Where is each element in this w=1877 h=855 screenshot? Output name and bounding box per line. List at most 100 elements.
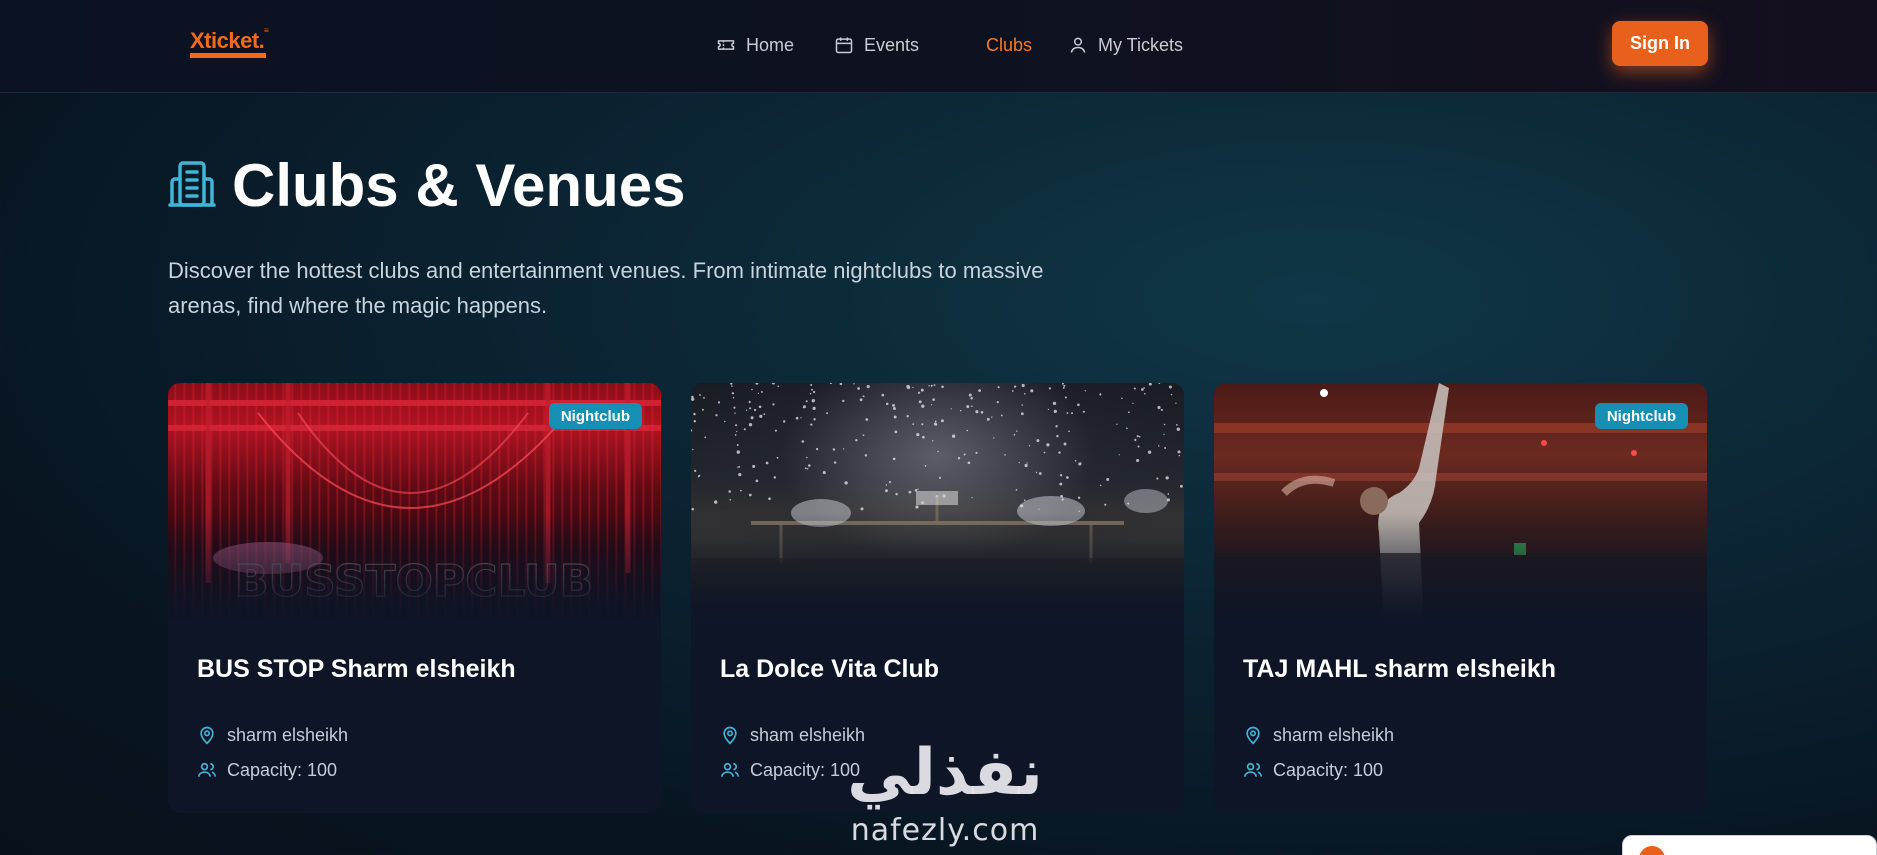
confetti-particle	[812, 390, 816, 394]
confetti-particle	[971, 405, 973, 407]
confetti-particle	[1078, 462, 1082, 466]
confetti-particle	[736, 430, 738, 433]
nav-item-clubs[interactable]: Clubs	[986, 32, 1032, 58]
nav-label-my-tickets: My Tickets	[1098, 34, 1184, 55]
club-location-text: sharm elsheikh	[227, 724, 349, 745]
confetti-particle	[1059, 482, 1063, 486]
confetti-particle	[865, 418, 869, 421]
confetti-particle	[694, 469, 697, 472]
confetti-particle	[691, 507, 695, 511]
sign-in-button[interactable]: Sign In	[1612, 21, 1708, 66]
confetti-particle	[855, 438, 858, 442]
club-card[interactable]: Nightclub TAJ MAHL sharm elsheikh	[1214, 383, 1707, 813]
confetti-particle	[844, 481, 848, 485]
confetti-particle	[729, 498, 732, 501]
confetti-particle	[1136, 435, 1139, 438]
club-capacity: Capacity: 100	[197, 758, 337, 782]
confetti-particle	[1182, 383, 1184, 384]
confetti-particle	[1147, 450, 1152, 454]
confetti-particle	[1068, 430, 1070, 433]
confetti-particle	[1047, 408, 1050, 411]
confetti-particle	[1063, 384, 1066, 387]
confetti-particle	[916, 433, 920, 437]
confetti-particle	[888, 481, 892, 484]
confetti-particle	[795, 416, 799, 420]
confetti-particle	[773, 476, 777, 479]
confetti-particle	[776, 456, 779, 459]
confetti-particle	[1059, 474, 1063, 477]
club-capacity-text: Capacity: 100	[227, 759, 338, 780]
confetti-particle	[748, 423, 753, 427]
confetti-particle	[1074, 459, 1077, 462]
confetti-particle	[697, 476, 700, 478]
confetti-particle	[1013, 385, 1017, 388]
confetti-particle	[735, 424, 738, 427]
confetti-particle	[731, 385, 733, 387]
nav-label-clubs: Clubs	[986, 34, 1033, 55]
confetti-particle	[1157, 405, 1161, 410]
confetti-particle	[966, 429, 969, 432]
confetti-particle	[802, 406, 805, 409]
confetti-particle	[731, 392, 735, 395]
confetti-particle	[975, 410, 979, 414]
map-pin-icon	[1246, 726, 1260, 745]
confetti-particle	[724, 420, 726, 423]
confetti-particle	[1179, 484, 1183, 488]
confetti-particle	[1133, 387, 1136, 390]
confetti-particle	[1175, 402, 1177, 404]
confetti-particle	[1077, 496, 1081, 499]
club-card[interactable]: BUSSTOPCLUB Nightclub BUS STOP Sharm els…	[168, 383, 661, 813]
confetti-particle	[967, 461, 971, 465]
confetti-particle	[1055, 425, 1058, 428]
confetti-particle	[757, 392, 759, 394]
confetti-particle	[1024, 463, 1028, 468]
nav-item-home[interactable]: Home	[716, 32, 794, 58]
confetti-particle	[892, 407, 896, 410]
nav-item-my-tickets[interactable]: My Tickets	[1068, 32, 1183, 58]
confetti-particle	[921, 404, 925, 408]
confetti-particle	[1137, 445, 1140, 448]
confetti-particle	[924, 465, 927, 467]
logo-underline	[190, 53, 266, 58]
xticket-logo[interactable]: Xticket. ≡	[190, 26, 272, 60]
confetti-particle	[906, 415, 909, 418]
confetti-particle	[1000, 414, 1003, 417]
corner-chat-widget[interactable]	[1622, 835, 1877, 855]
club-type-badge: Nightclub	[1594, 403, 1688, 429]
confetti-particle	[833, 461, 837, 464]
confetti-particle	[1177, 450, 1181, 454]
confetti-particle	[1099, 393, 1102, 396]
confetti-particle	[734, 434, 737, 436]
confetti-particle	[728, 490, 731, 493]
confetti-particle	[862, 395, 865, 398]
confetti-particle	[771, 383, 775, 385]
club-card[interactable]: La Dolce Vita Club	[691, 383, 1184, 813]
confetti-particle	[912, 423, 915, 425]
confetti-particle	[1053, 409, 1057, 414]
confetti-particle	[752, 464, 756, 468]
confetti-particle	[1046, 443, 1050, 447]
confetti-particle	[1136, 458, 1140, 463]
confetti-particle	[940, 419, 944, 423]
confetti-particle	[975, 451, 978, 454]
building-icon	[168, 161, 216, 207]
confetti-particle	[1084, 390, 1087, 392]
club-name: BUS STOP Sharm elsheikh	[197, 655, 516, 683]
confetti-particle	[860, 507, 864, 511]
confetti-particle	[1064, 396, 1067, 399]
confetti-particle	[1116, 423, 1118, 425]
confetti-particle	[1036, 439, 1040, 443]
confetti-particle	[966, 405, 970, 409]
club-image	[691, 383, 1184, 623]
nav-label-events: Events	[864, 34, 920, 55]
confetti-particle	[857, 387, 860, 390]
nav-item-events[interactable]: Events	[834, 32, 919, 58]
confetti-particle	[1121, 397, 1123, 400]
confetti-particle	[895, 492, 898, 496]
confetti-particle	[826, 412, 829, 415]
nav-label-home: Home	[746, 34, 795, 55]
confetti-particle	[1099, 484, 1102, 487]
confetti-particle	[755, 383, 759, 385]
confetti-particle	[859, 398, 863, 402]
confetti-particle	[1168, 385, 1172, 389]
